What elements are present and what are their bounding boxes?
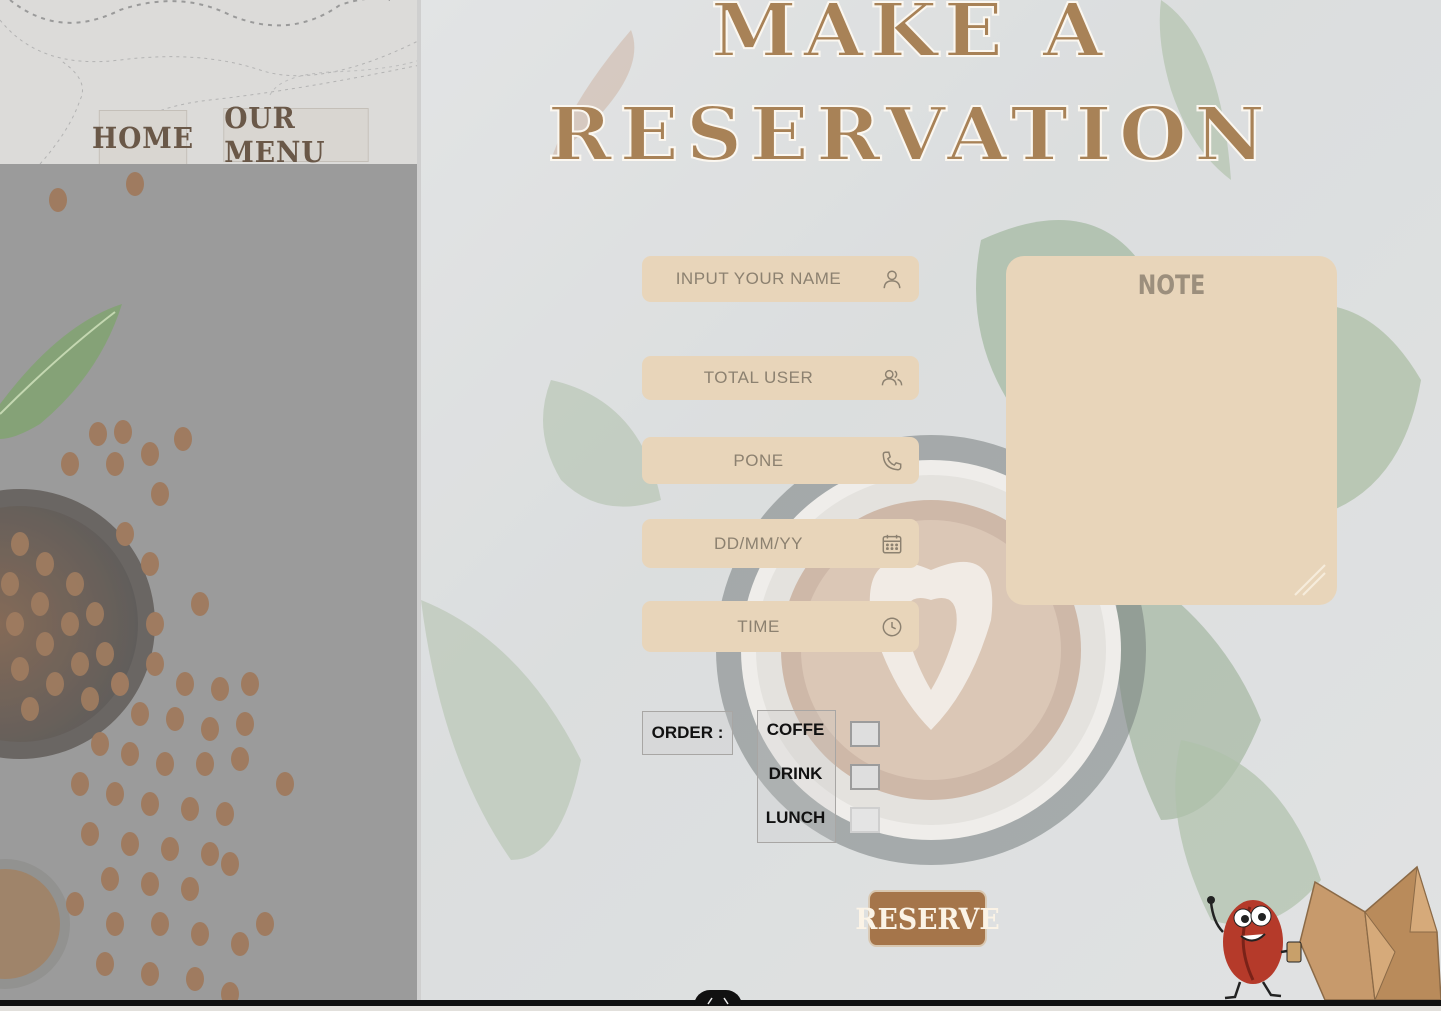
scroll-toggle-button[interactable] [694, 990, 742, 1006]
resize-handle-icon [1294, 564, 1326, 596]
order-option-coffee-label: COFFE [766, 720, 825, 739]
date-input[interactable]: DD/MM/YY [642, 519, 919, 568]
nav-our-menu-button[interactable]: OUR MENU [223, 101, 369, 164]
reserve-button[interactable]: RESERVE [855, 890, 1000, 947]
header-decoration: HOME OUR MENU [0, 0, 420, 164]
nav-home-label: HOME [91, 121, 195, 155]
note-placeholder: NOTE [1137, 270, 1206, 301]
phone-placeholder: PONE [733, 450, 784, 470]
users-placeholder: TOTAL USER [703, 368, 814, 387]
order-drink-checkbox[interactable] [850, 764, 880, 790]
time-input[interactable]: TIME [642, 601, 919, 652]
clock-icon [882, 617, 902, 636]
page-title-line1: MAKE A [710, 0, 1110, 75]
order-coffee-checkbox[interactable] [850, 721, 880, 747]
reserve-label: RESERVE [855, 901, 1000, 936]
name-input[interactable]: INPUT YOUR NAME [642, 256, 919, 302]
chevrons-icon [707, 997, 729, 1005]
user-icon [883, 270, 901, 289]
order-label: ORDER : [642, 711, 733, 755]
order-option-drink-label: DRINK [768, 764, 823, 783]
order-lunch-checkbox[interactable] [850, 807, 880, 833]
users-icon [881, 369, 903, 386]
phone-icon [882, 451, 902, 470]
time-placeholder: TIME [737, 616, 780, 636]
coffee-beans-illustration [0, 164, 418, 1006]
phone-input[interactable]: PONE [642, 437, 919, 484]
date-placeholder: DD/MM/YY [714, 533, 803, 553]
order-option-lunch-label: LUNCH [765, 808, 826, 827]
total-users-input[interactable]: TOTAL USER [642, 356, 919, 400]
nav-menu-label: OUR MENU [224, 101, 326, 164]
page-title-line2: RESERVATION [546, 91, 1273, 179]
name-placeholder: INPUT YOUR NAME [675, 269, 842, 288]
coffee-beans-photo [0, 164, 418, 1006]
nav-home-button[interactable]: HOME [92, 110, 193, 164]
calendar-icon [882, 534, 902, 553]
note-textarea[interactable]: NOTE [1006, 256, 1337, 605]
coffee-bean-mascot-icon [1207, 865, 1441, 1002]
